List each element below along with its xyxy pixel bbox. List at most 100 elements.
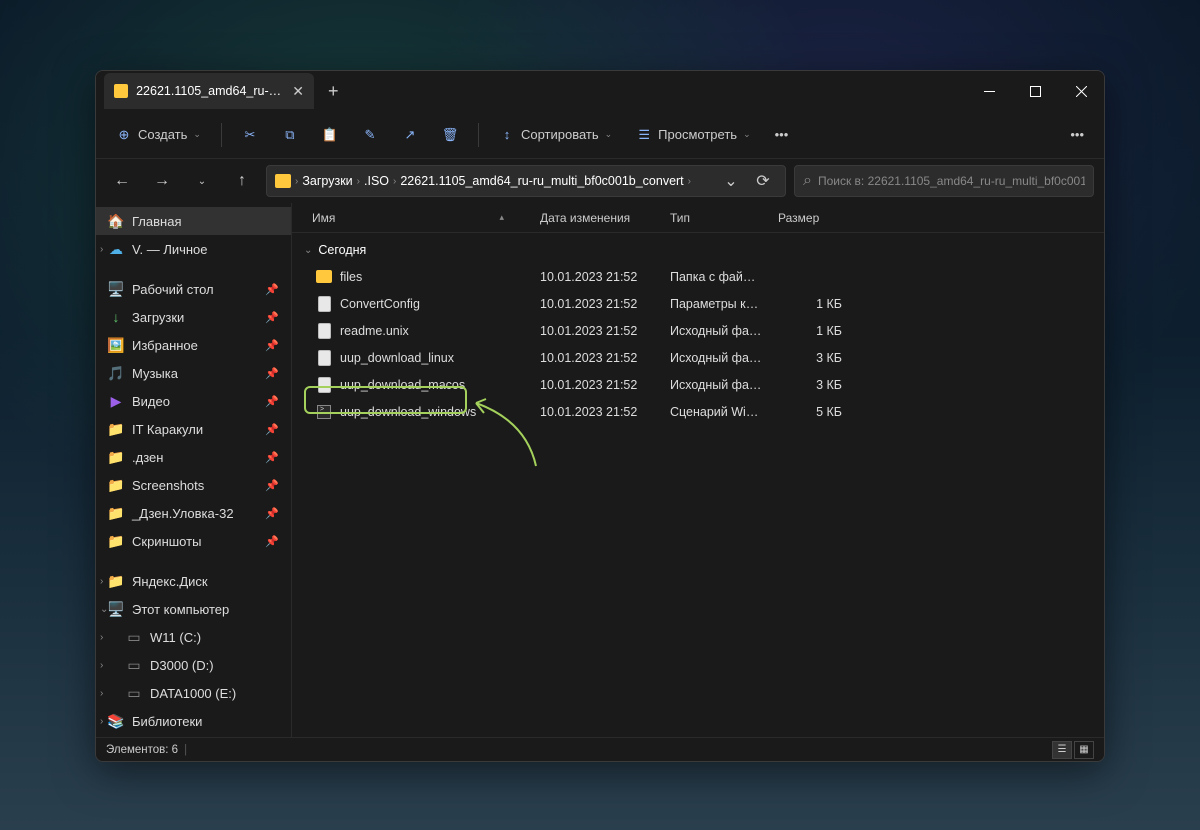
breadcrumb[interactable]: 22621.1105_amd64_ru-ru_multi_bf0c001b_co… xyxy=(400,174,683,188)
sidebar-yandex[interactable]: › 📁 Яндекс.Диск xyxy=(96,567,291,595)
copy-icon: ⧉ xyxy=(282,127,298,143)
refresh-button[interactable]: ⟳ xyxy=(749,171,777,191)
more-button[interactable]: ••• xyxy=(765,121,799,148)
chevron-down-icon: ⌄ xyxy=(743,129,751,140)
drive-label: D3000 (D:) xyxy=(150,658,214,673)
column-size[interactable]: Размер xyxy=(770,211,850,225)
pin-icon[interactable]: 📌 xyxy=(265,479,279,492)
sidebar-item[interactable]: 📁.дзен📌 xyxy=(96,443,291,471)
file-type: Исходный файл SH xyxy=(662,351,770,365)
search-input[interactable] xyxy=(818,174,1085,188)
rename-button[interactable]: ✎ xyxy=(352,121,388,149)
file-type: Параметры конф... xyxy=(662,297,770,311)
file-row[interactable]: files10.01.2023 21:52Папка с файлами xyxy=(292,263,1104,290)
column-name[interactable]: Имя ▴ xyxy=(304,211,532,225)
sidebar-libraries[interactable]: › 📚 Библиотеки xyxy=(96,707,291,735)
tab[interactable]: 22621.1105_amd64_ru-ru_mu ✕ xyxy=(104,73,314,109)
new-tab-button[interactable]: + xyxy=(314,81,353,102)
item-icon: 📁 xyxy=(108,449,124,465)
search-box[interactable]: ⌕ xyxy=(794,165,1094,197)
pc-icon: 🖥️ xyxy=(108,601,124,617)
file-date: 10.01.2023 21:52 xyxy=(532,270,662,284)
sidebar-thispc[interactable]: ⌄ 🖥️ Этот компьютер xyxy=(96,595,291,623)
sidebar-item[interactable]: 📁Скриншоты📌 xyxy=(96,527,291,555)
sidebar-item[interactable]: 🖼️Избранное📌 xyxy=(96,331,291,359)
sidebar-drive[interactable]: ›▭DATA1000 (E:) xyxy=(96,679,291,707)
file-row[interactable]: ConvertConfig10.01.2023 21:52Параметры к… xyxy=(292,290,1104,317)
sort-button[interactable]: ↕ Сортировать ⌄ xyxy=(489,121,622,149)
file-row[interactable]: uup_download_macos10.01.2023 21:52Исходн… xyxy=(292,371,1104,398)
sidebar-item[interactable]: ▶Видео📌 xyxy=(96,387,291,415)
item-icon: ▶ xyxy=(108,393,124,409)
sidebar-item[interactable]: 📁IT Каракули📌 xyxy=(96,415,291,443)
paste-button[interactable]: 📋 xyxy=(312,121,348,149)
pin-icon[interactable]: 📌 xyxy=(265,507,279,520)
view-button[interactable]: ☰ Просмотреть ⌄ xyxy=(626,121,760,149)
chevron-down-icon[interactable]: ⌄ xyxy=(100,604,108,615)
cut-button[interactable]: ✂ xyxy=(232,121,268,149)
sidebar-drive[interactable]: ›▭W11 (C:) xyxy=(96,623,291,651)
pin-icon[interactable]: 📌 xyxy=(265,339,279,352)
file-size: 3 КБ xyxy=(770,351,850,365)
share-button[interactable]: ↗ xyxy=(392,121,428,149)
titlebar: 22621.1105_amd64_ru-ru_mu ✕ + xyxy=(96,71,1104,111)
breadcrumb[interactable]: .ISO xyxy=(364,174,389,188)
copy-button[interactable]: ⧉ xyxy=(272,121,308,149)
pin-icon[interactable]: 📌 xyxy=(265,423,279,436)
home-icon: 🏠 xyxy=(108,213,124,229)
pin-icon[interactable]: 📌 xyxy=(265,283,279,296)
pin-icon[interactable]: 📌 xyxy=(265,395,279,408)
chevron-right-icon: › xyxy=(295,176,298,187)
file-name: uup_download_windows xyxy=(340,405,476,419)
pin-icon[interactable]: 📌 xyxy=(265,535,279,548)
sidebar-personal[interactable]: › ☁ V. — Личное xyxy=(96,235,291,263)
chevron-right-icon[interactable]: › xyxy=(100,576,103,587)
chevron-right-icon[interactable]: › xyxy=(100,660,103,671)
sidebar-item[interactable]: 🖥️Рабочий стол📌 xyxy=(96,275,291,303)
pin-icon[interactable]: 📌 xyxy=(265,311,279,324)
document-icon xyxy=(318,350,331,366)
sidebar-item-label: IT Каракули xyxy=(132,422,203,437)
file-row[interactable]: uup_download_linux10.01.2023 21:52Исходн… xyxy=(292,344,1104,371)
chevron-right-icon[interactable]: › xyxy=(100,716,103,727)
forward-button[interactable]: → xyxy=(146,165,178,197)
details-view-button[interactable]: ☰ xyxy=(1052,741,1072,759)
item-icon: 🖼️ xyxy=(108,337,124,353)
icons-view-button[interactable]: ▦ xyxy=(1074,741,1094,759)
sidebar-item[interactable]: 🎵Музыка📌 xyxy=(96,359,291,387)
chevron-right-icon[interactable]: › xyxy=(100,244,103,255)
file-type: Исходный файл ... xyxy=(662,324,770,338)
sidebar-item[interactable]: 📁_Дзен.Уловка-32📌 xyxy=(96,499,291,527)
sidebar-item-label: _Дзен.Уловка-32 xyxy=(132,506,234,521)
chevron-right-icon[interactable]: › xyxy=(100,688,103,699)
chevron-down-icon: ⌄ xyxy=(193,129,201,140)
column-date[interactable]: Дата изменения xyxy=(532,211,662,225)
file-row[interactable]: uup_download_windows10.01.2023 21:52Сцен… xyxy=(292,398,1104,425)
pin-icon[interactable]: 📌 xyxy=(265,367,279,380)
chevron-right-icon[interactable]: › xyxy=(100,632,103,643)
close-button[interactable] xyxy=(1058,71,1104,111)
minimize-button[interactable] xyxy=(966,71,1012,111)
maximize-button[interactable] xyxy=(1012,71,1058,111)
breadcrumb[interactable]: Загрузки xyxy=(302,174,352,188)
sidebar-drive[interactable]: ›▭D3000 (D:) xyxy=(96,651,291,679)
group-header[interactable]: ⌄ Сегодня xyxy=(292,237,1104,263)
search-icon: ⌕ xyxy=(803,172,812,190)
back-button[interactable]: ← xyxy=(106,165,138,197)
create-button[interactable]: ⊕ Создать ⌄ xyxy=(106,121,211,149)
sidebar-item[interactable]: 📁Screenshots📌 xyxy=(96,471,291,499)
file-row[interactable]: readme.unix10.01.2023 21:52Исходный файл… xyxy=(292,317,1104,344)
recent-button[interactable]: ⌄ xyxy=(186,165,218,197)
pin-icon[interactable]: 📌 xyxy=(265,451,279,464)
up-button[interactable]: ↑ xyxy=(226,165,258,197)
main-panel: Имя ▴ Дата изменения Тип Размер ⌄ Сегодн… xyxy=(292,203,1104,737)
breadcrumb-bar[interactable]: › Загрузки › .ISO › 22621.1105_amd64_ru-… xyxy=(266,165,786,197)
column-type[interactable]: Тип xyxy=(662,211,770,225)
history-dropdown-button[interactable]: ⌄ xyxy=(717,171,745,191)
sidebar-item[interactable]: ↓Загрузки📌 xyxy=(96,303,291,331)
explorer-window: 22621.1105_amd64_ru-ru_mu ✕ + ⊕ Создать … xyxy=(95,70,1105,762)
sidebar-home[interactable]: 🏠 Главная xyxy=(96,207,291,235)
overflow-button[interactable]: ••• xyxy=(1060,121,1094,148)
close-tab-icon[interactable]: ✕ xyxy=(292,83,304,100)
delete-button[interactable]: 🗑 xyxy=(432,121,468,149)
